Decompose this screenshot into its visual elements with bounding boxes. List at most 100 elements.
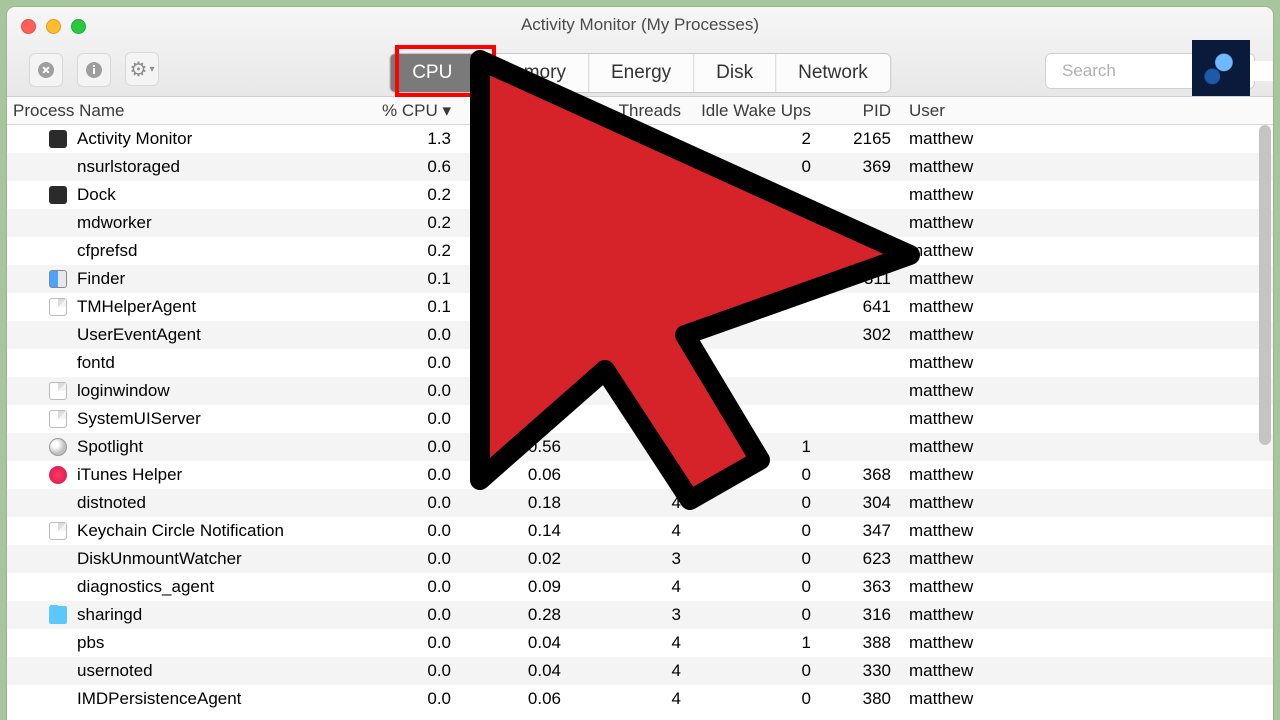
cell-user: matthew — [897, 493, 1257, 513]
cell-user: matthew — [897, 577, 1257, 597]
cell-user: matthew — [897, 381, 1257, 401]
table-row[interactable]: sharingd0.00.2830316matthew — [7, 601, 1273, 629]
table-row[interactable]: TMHelperAgent0.10.19641matthew — [7, 293, 1273, 321]
cell-cpu-pct: 1.3 — [347, 129, 457, 149]
cell-pid: 311 — [817, 269, 897, 289]
process-icon — [49, 326, 67, 344]
table-row[interactable]: iTunes Helper0.00.0630368matthew — [7, 461, 1273, 489]
info-button[interactable] — [77, 53, 111, 87]
column-headers: Process Name % CPU ▾ CPU Time Threads Id… — [7, 97, 1273, 125]
tab-network[interactable]: Network — [776, 54, 890, 92]
settings-menu-button[interactable]: ⚙▾ — [125, 52, 159, 86]
scrollbar-thumb[interactable] — [1259, 125, 1271, 445]
cell-pid: 302 — [817, 325, 897, 345]
col-cpu-time[interactable]: CPU Time — [457, 101, 567, 121]
table-row[interactable]: mdworker0.20.matthew — [7, 209, 1273, 237]
table-row[interactable]: usernoted0.00.0440330matthew — [7, 657, 1273, 685]
table-row[interactable]: Activity Monitor1.322165matthew — [7, 125, 1273, 153]
table-row[interactable]: pbs0.00.0441388matthew — [7, 629, 1273, 657]
stop-process-button[interactable] — [29, 53, 63, 87]
cell-cpu-pct: 0.0 — [347, 661, 457, 681]
cell-user: matthew — [897, 689, 1257, 709]
cell-cpu-time: 0.06 — [457, 689, 567, 709]
tab-group: CPU Memory Energy Disk Network — [389, 53, 891, 93]
table-row[interactable]: Dock0.2matthew — [7, 181, 1273, 209]
cell-user: matthew — [897, 325, 1257, 345]
cell-process-name: Activity Monitor — [7, 129, 347, 149]
cell-idle-wakeups: 0 — [687, 549, 817, 569]
cell-cpu-time: 9.92 — [457, 269, 567, 289]
cell-user: matthew — [897, 269, 1257, 289]
table-row[interactable]: nsurlstoraged0.60369matthew — [7, 153, 1273, 181]
cell-cpu-time: 0.04 — [457, 633, 567, 653]
table-row[interactable]: cfprefsd0.20.66306matthew — [7, 237, 1273, 265]
cell-process-name: UserEventAgent — [7, 325, 347, 345]
col-threads[interactable]: Threads — [567, 101, 687, 121]
cell-cpu-pct: 0.6 — [347, 157, 457, 177]
cell-cpu-time: 0. — [457, 213, 567, 233]
table-row[interactable]: fontd0.00.43matthew — [7, 349, 1273, 377]
table-row[interactable]: Spotlight0.00.5681matthew — [7, 433, 1273, 461]
cell-process-name: Spotlight — [7, 437, 347, 457]
minimize-button[interactable] — [46, 19, 61, 34]
process-icon — [49, 578, 67, 596]
tab-cpu[interactable]: CPU — [390, 54, 475, 92]
col-cpu-pct[interactable]: % CPU ▾ — [347, 101, 457, 121]
cell-threads: 4 — [567, 493, 687, 513]
col-process-name[interactable]: Process Name — [7, 101, 347, 121]
tab-memory[interactable]: Memory — [475, 54, 589, 92]
cell-cpu-pct: 0.2 — [347, 185, 457, 205]
cell-idle-wakeups: 0 — [687, 465, 817, 485]
cell-cpu-pct: 0.0 — [347, 437, 457, 457]
cell-threads: 3 — [567, 605, 687, 625]
process-icon — [49, 410, 67, 428]
cell-user: matthew — [897, 661, 1257, 681]
cell-user: matthew — [897, 129, 1257, 149]
cell-cpu-time: 0.02 — [457, 549, 567, 569]
table-row[interactable]: Finder0.19.921311matthew — [7, 265, 1273, 293]
cell-cpu-time: 0.09 — [457, 577, 567, 597]
table-row[interactable]: IMDPersistenceAgent0.00.0640380matthew — [7, 685, 1273, 713]
gear-icon: ⚙ — [130, 57, 148, 82]
col-idle-wakeups[interactable]: Idle Wake Ups — [687, 101, 817, 121]
process-icon — [49, 466, 67, 484]
cell-pid: 304 — [817, 493, 897, 513]
cell-cpu-pct: 0.2 — [347, 241, 457, 261]
cell-process-name: nsurlstoraged — [7, 157, 347, 177]
maximize-button[interactable] — [71, 19, 86, 34]
cell-pid: 2165 — [817, 129, 897, 149]
titlebar: Activity Monitor (My Processes) ⚙▾ CPU M… — [7, 7, 1273, 97]
cell-cpu-time: 0.14 — [457, 521, 567, 541]
table-row[interactable]: diagnostics_agent0.00.0940363matthew — [7, 573, 1273, 601]
process-icon — [49, 522, 67, 540]
process-icon — [49, 662, 67, 680]
table-row[interactable]: SystemUIServer0.00.46matthew — [7, 405, 1273, 433]
cell-cpu-time: 0.04 — [457, 661, 567, 681]
table-row[interactable]: DiskUnmountWatcher0.00.0230623matthew — [7, 545, 1273, 573]
cell-process-name: Keychain Circle Notification — [7, 521, 347, 541]
table-row[interactable]: loginwindow0.00.50matthew — [7, 377, 1273, 405]
cell-threads: 4 — [567, 661, 687, 681]
cell-cpu-time: 0.50 — [457, 381, 567, 401]
cell-threads: 3 — [567, 465, 687, 485]
cell-cpu-pct: 0.0 — [347, 549, 457, 569]
cell-cpu-pct: 0.0 — [347, 689, 457, 709]
chevron-down-icon: ▾ — [149, 64, 154, 75]
process-icon — [49, 690, 67, 708]
col-user[interactable]: User — [897, 101, 1257, 121]
tab-energy[interactable]: Energy — [589, 54, 694, 92]
cell-cpu-pct: 0.0 — [347, 605, 457, 625]
info-icon — [85, 61, 103, 79]
cell-cpu-pct: 0.0 — [347, 493, 457, 513]
process-icon — [49, 438, 67, 456]
cell-cpu-pct: 0.1 — [347, 269, 457, 289]
table-row[interactable]: UserEventAgent0.00.45302matthew — [7, 321, 1273, 349]
col-pid[interactable]: PID — [817, 101, 897, 121]
process-icon — [49, 130, 67, 148]
cell-cpu-pct: 0.0 — [347, 577, 457, 597]
close-button[interactable] — [21, 19, 36, 34]
cell-cpu-time: 0.19 — [457, 297, 567, 317]
table-row[interactable]: Keychain Circle Notification0.00.1440347… — [7, 517, 1273, 545]
table-row[interactable]: distnoted0.00.1840304matthew — [7, 489, 1273, 517]
tab-disk[interactable]: Disk — [694, 54, 776, 92]
